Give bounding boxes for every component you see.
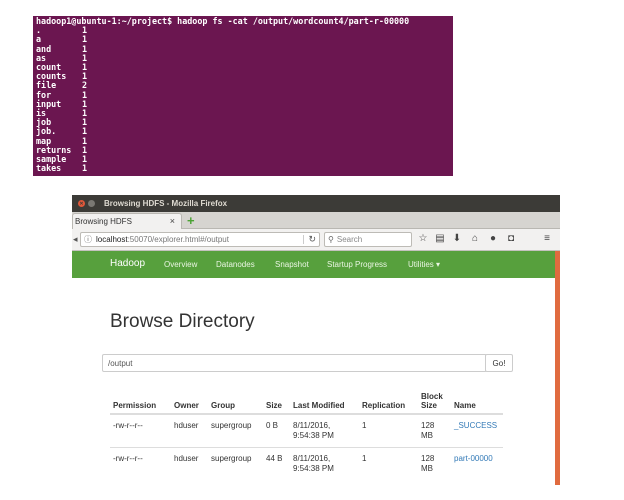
info-icon[interactable]: ⓘ bbox=[84, 234, 92, 245]
nav-snapshot[interactable]: Snapshot bbox=[275, 260, 309, 269]
col-replication[interactable]: Replication bbox=[359, 385, 418, 415]
cell-owner: hduser bbox=[171, 447, 208, 480]
terminal-output-line: counts 1 bbox=[36, 72, 450, 81]
col-size[interactable]: Size bbox=[263, 385, 290, 415]
reload-icon[interactable]: ↻ bbox=[308, 234, 316, 245]
terminal-window: hadoop1@ubuntu-1:~/project$ hadoop fs -c… bbox=[33, 16, 453, 176]
window-close-button[interactable]: ✕ bbox=[78, 200, 85, 207]
terminal-count: 1 bbox=[82, 163, 88, 174]
cell-owner: hduser bbox=[171, 413, 208, 448]
file-link-part-00000[interactable]: part-00000 bbox=[454, 454, 493, 463]
cell-size: 0 B bbox=[263, 413, 290, 448]
cell-replication: 1 bbox=[359, 447, 418, 480]
terminal-output-line: is 1 bbox=[36, 108, 450, 118]
terminal-output-line: and 1 bbox=[36, 44, 450, 54]
tab-strip: Browsing HDFS × + bbox=[72, 212, 560, 229]
page-title: Browse Directory bbox=[110, 311, 255, 332]
cell-block-size: 128 MB bbox=[418, 413, 451, 448]
cell-last-modified: 8/11/2016, 9:54:38 PM bbox=[290, 413, 359, 448]
terminal-output-line: for 1 bbox=[36, 90, 450, 100]
window-minimize-button[interactable] bbox=[88, 200, 95, 207]
directory-table: Permission Owner Group Size Last Modifie… bbox=[110, 385, 504, 480]
new-tab-icon[interactable]: + bbox=[187, 213, 195, 228]
go-button[interactable]: Go! bbox=[485, 354, 513, 372]
nav-utilities[interactable]: Utilities ▾ bbox=[408, 260, 440, 269]
terminal-prompt: hadoop1@ubuntu-1:~/project$ hadoop fs -c… bbox=[36, 16, 410, 26]
terminal-output-line: as 1 bbox=[36, 53, 450, 63]
reading-list-icon[interactable]: ▤ bbox=[434, 233, 446, 244]
bookmark-star-icon[interactable]: ☆ bbox=[417, 233, 429, 244]
url-host: localhost bbox=[96, 235, 128, 244]
download-icon[interactable]: ⬇ bbox=[451, 233, 463, 244]
file-link-success[interactable]: _SUCCESS bbox=[454, 421, 497, 430]
cell-size: 44 B bbox=[263, 447, 290, 480]
page-content: Hadoop Overview Datanodes Snapshot Start… bbox=[72, 251, 560, 485]
cell-permission: -rw-r--r-- bbox=[110, 413, 171, 448]
window-title: Browsing HDFS - Mozilla Firefox bbox=[104, 199, 228, 208]
table-row: -rw-r--r-- hduser supergroup 0 B 8/11/20… bbox=[110, 413, 504, 448]
url-divider bbox=[303, 235, 304, 244]
col-permission[interactable]: Permission bbox=[110, 385, 171, 415]
tab-label: Browsing HDFS bbox=[75, 217, 132, 226]
col-group[interactable]: Group bbox=[208, 385, 263, 415]
cell-name: _SUCCESS bbox=[451, 413, 504, 448]
navigation-toolbar: ◂ ⓘ localhost :50070/explorer.html#/outp… bbox=[72, 229, 560, 251]
terminal-output-line: file 2 bbox=[36, 81, 450, 90]
search-placeholder: Search bbox=[336, 235, 363, 244]
firefox-window: ✕ Browsing HDFS - Mozilla Firefox Browsi… bbox=[72, 195, 560, 485]
col-last-modified[interactable]: Last Modified bbox=[290, 385, 359, 415]
tab-browsing-hdfs[interactable]: Browsing HDFS × bbox=[72, 213, 182, 229]
table-header-row: Permission Owner Group Size Last Modifie… bbox=[110, 385, 504, 415]
hadoop-brand[interactable]: Hadoop bbox=[110, 258, 145, 269]
terminal-output-line: job 1 bbox=[36, 118, 450, 127]
search-icon: ⚲ bbox=[328, 235, 334, 244]
nav-overview[interactable]: Overview bbox=[164, 260, 197, 269]
menu-icon[interactable]: ≡ bbox=[541, 233, 553, 244]
cell-block-size: 128 MB bbox=[418, 447, 451, 480]
terminal-output-line: sample 1 bbox=[36, 154, 450, 164]
table-row: -rw-r--r-- hduser supergroup 44 B 8/11/2… bbox=[110, 447, 504, 480]
nav-startup-progress[interactable]: Startup Progress bbox=[327, 260, 387, 269]
terminal-output-line: input 1 bbox=[36, 99, 450, 109]
hadoop-navbar: Hadoop Overview Datanodes Snapshot Start… bbox=[72, 251, 560, 278]
cell-name: part-00000 bbox=[451, 447, 504, 480]
col-name[interactable]: Name bbox=[451, 385, 504, 415]
chat-icon[interactable]: ● bbox=[487, 233, 499, 244]
cell-group: supergroup bbox=[208, 447, 263, 480]
nav-datanodes[interactable]: Datanodes bbox=[216, 260, 255, 269]
directory-path-input[interactable]: /output bbox=[102, 354, 487, 372]
cell-last-modified: 8/11/2016, 9:54:38 PM bbox=[290, 447, 359, 480]
title-bar: ✕ Browsing HDFS - Mozilla Firefox bbox=[72, 195, 560, 212]
cell-permission: -rw-r--r-- bbox=[110, 447, 171, 480]
terminal-output-line: .1 bbox=[36, 25, 450, 36]
terminal-output-line: count 1 bbox=[36, 62, 450, 72]
terminal-output-line: a1 bbox=[36, 35, 450, 44]
terminal-output-line: takes 1 bbox=[36, 164, 450, 173]
col-owner[interactable]: Owner bbox=[171, 385, 208, 415]
tab-close-icon[interactable]: × bbox=[170, 216, 175, 226]
scrollbar[interactable] bbox=[555, 251, 560, 485]
search-bar[interactable]: ⚲ Search bbox=[324, 232, 412, 247]
terminal-word: . bbox=[36, 25, 42, 36]
terminal-output-line: job. 1 bbox=[36, 127, 450, 136]
pocket-icon[interactable]: ◘ bbox=[505, 233, 517, 244]
terminal-output-line: returns 1 bbox=[36, 145, 450, 155]
terminal-word: takes bbox=[36, 163, 62, 174]
cell-group: supergroup bbox=[208, 413, 263, 448]
url-bar[interactable]: ⓘ localhost :50070/explorer.html#/output… bbox=[80, 232, 320, 247]
url-path: :50070/explorer.html#/output bbox=[127, 235, 229, 244]
col-block-size[interactable]: Block Size bbox=[418, 385, 451, 415]
home-icon[interactable]: ⌂ bbox=[469, 233, 481, 244]
cell-replication: 1 bbox=[359, 413, 418, 448]
terminal-output-line: map 1 bbox=[36, 136, 450, 146]
